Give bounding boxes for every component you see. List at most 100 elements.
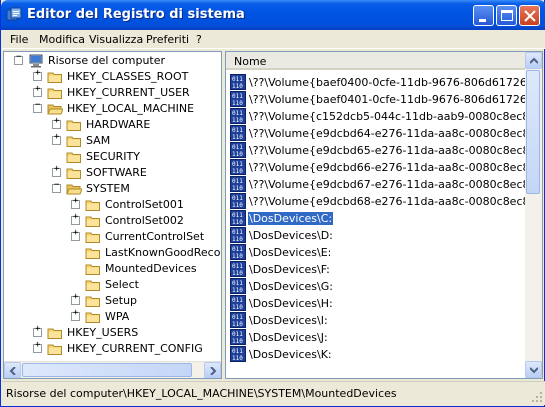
tree-item[interactable]: − SYSTEM — [4, 181, 221, 197]
folder-open-icon — [66, 184, 82, 195]
expand-icon[interactable]: + — [52, 133, 61, 145]
expand-icon[interactable]: + — [71, 213, 80, 225]
scroll-right-button[interactable] — [204, 362, 221, 378]
list-item[interactable]: 011 110 \??\Volume{e9dcbd66-e276-11da-aa8c… — [230, 159, 542, 176]
expand-icon[interactable]: + — [33, 325, 42, 337]
svg-text:011: 011 — [232, 314, 243, 321]
close-button[interactable] — [519, 5, 540, 26]
minimize-icon — [479, 19, 486, 22]
values-list-pane[interactable]: Nome 011 110 \??\Volume{baef0400-0cfe-11db… — [225, 51, 543, 379]
expand-icon[interactable]: + — [71, 293, 80, 305]
expand-icon[interactable]: + — [52, 165, 61, 177]
tree-item-label: HKEY_CURRENT_CONFIG — [67, 342, 203, 355]
collapse-icon[interactable]: − — [14, 53, 23, 65]
scroll-up-button[interactable] — [525, 52, 542, 69]
column-header-name[interactable]: Nome — [234, 55, 266, 68]
tree-item[interactable]: + HKEY_CURRENT_USER — [4, 85, 221, 101]
tree-item[interactable]: MountedDevices — [4, 261, 221, 277]
expand-icon[interactable]: + — [33, 69, 42, 81]
list-item[interactable]: 011 110 \??\Volume{c152dcb5-044c-11db-aab9… — [230, 108, 542, 125]
expand-icon[interactable]: + — [52, 117, 61, 129]
svg-text:110: 110 — [232, 100, 243, 107]
svg-text:011: 011 — [232, 246, 243, 253]
svg-text:011: 011 — [232, 127, 243, 134]
tree-item[interactable]: + ControlSet002 — [4, 213, 221, 229]
list-item[interactable]: 011 110 \??\Volume{e9dcbd68-e276-11da-aa8c… — [230, 193, 542, 210]
svg-text:011: 011 — [232, 195, 243, 202]
value-name: \??\Volume{c152dcb5-044c-11db-aab9-0080c… — [249, 110, 543, 123]
tree-hscroll-thumb[interactable] — [22, 363, 192, 377]
binary-value-icon: 011110 — [230, 91, 246, 107]
tree-item[interactable]: + HARDWARE — [4, 117, 221, 133]
svg-text:110: 110 — [232, 253, 243, 260]
tree-horizontal-scrollbar[interactable] — [4, 361, 221, 378]
value-name: \DosDevices\J: — [249, 331, 328, 344]
value-name: \??\Volume{e9dcbd66-e276-11da-aa8c-0080c… — [249, 161, 543, 174]
menu-file[interactable]: File — [10, 33, 28, 46]
tree-item[interactable]: + SAM — [4, 133, 221, 149]
svg-text:110: 110 — [232, 185, 243, 192]
tree-item[interactable]: − HKEY_LOCAL_MACHINE — [4, 101, 221, 117]
window-title: Editor del Registro di sistema — [27, 7, 245, 22]
list-vertical-scrollbar[interactable] — [525, 52, 542, 378]
resize-grip-icon[interactable] — [531, 391, 543, 403]
expand-icon[interactable]: + — [71, 229, 80, 241]
scroll-down-button[interactable] — [525, 361, 542, 378]
tree-item[interactable]: − Risorse del computer — [4, 53, 221, 69]
list-item[interactable]: 011 110 \DosDevices\C: — [230, 210, 524, 227]
menu-modifica[interactable]: Modifica — [39, 33, 85, 46]
tree-item-label: MountedDevices — [105, 262, 197, 275]
list-item[interactable]: 011 110 \??\Volume{e9dcbd65-e276-11da-aa8c… — [230, 142, 542, 159]
collapse-icon[interactable]: − — [52, 181, 61, 193]
tree-item[interactable]: LastKnownGoodRecove — [4, 245, 221, 261]
expand-icon[interactable]: + — [33, 85, 42, 97]
tree-item[interactable]: SECURITY — [4, 149, 221, 165]
tree-item[interactable]: + ControlSet001 — [4, 197, 221, 213]
list-vscroll-thumb[interactable] — [526, 70, 540, 194]
svg-text:110: 110 — [232, 83, 243, 90]
list-item[interactable]: 011 110 \??\Volume{e9dcbd67-e276-11da-aa8c… — [230, 176, 542, 193]
folder-icon — [66, 136, 81, 147]
list-item[interactable]: 011 110 \DosDevices\E: — [230, 244, 524, 261]
list-item[interactable]: 011 110 \DosDevices\D: — [230, 227, 524, 244]
list-item[interactable]: 011 110 \??\Volume{baef0400-0cfe-11db-9676… — [230, 74, 542, 91]
scroll-left-button[interactable] — [4, 362, 21, 378]
tree-item[interactable]: + CurrentControlSet — [4, 229, 221, 245]
tree-item[interactable]: + HKEY_CURRENT_CONFIG — [4, 341, 221, 357]
title-bar[interactable]: Editor del Registro di sistema — [1, 0, 545, 30]
menu-help[interactable]: ? — [196, 33, 202, 46]
expand-icon[interactable]: + — [33, 341, 42, 353]
binary-value-icon: 011110 — [230, 261, 246, 277]
arrow-down-icon — [530, 367, 538, 374]
expand-icon[interactable]: + — [71, 309, 80, 321]
list-item[interactable]: 011 110 \??\Volume{e9dcbd64-e276-11da-aa8c… — [230, 125, 542, 142]
menu-preferiti[interactable]: Preferiti — [146, 33, 189, 46]
tree-item-label: HARDWARE — [86, 118, 151, 131]
tree-item[interactable]: + WPA — [4, 309, 221, 325]
list-item[interactable]: 011 110 \DosDevices\K: — [230, 346, 524, 363]
tree-item[interactable]: + HKEY_USERS — [4, 325, 221, 341]
menu-visualizza[interactable]: Visualizza — [89, 33, 143, 46]
folder-icon — [85, 216, 100, 227]
list-item[interactable]: 011 110 \DosDevices\F: — [230, 261, 524, 278]
value-name: \DosDevices\K: — [249, 348, 332, 361]
list-item[interactable]: 011 110 \DosDevices\I: — [230, 312, 524, 329]
expand-icon[interactable]: + — [71, 197, 80, 209]
tree-item[interactable]: + HKEY_CLASSES_ROOT — [4, 69, 221, 85]
maximize-button[interactable] — [496, 5, 517, 26]
list-item[interactable]: 011 110 \DosDevices\J: — [230, 329, 524, 346]
tree-item[interactable]: Select — [4, 277, 221, 293]
minimize-button[interactable] — [473, 5, 494, 26]
list-item[interactable]: 011 110 \??\Volume{baef0401-0cfe-11db-9676… — [230, 91, 542, 108]
tree-item-label: SOFTWARE — [86, 166, 147, 179]
tree-item[interactable]: + SOFTWARE — [4, 165, 221, 181]
svg-text:011: 011 — [232, 263, 243, 270]
list-item[interactable]: 011 110 \DosDevices\H: — [230, 295, 524, 312]
list-item[interactable]: 011 110 \DosDevices\G: — [230, 278, 524, 295]
tree-item-label: HKEY_LOCAL_MACHINE — [67, 102, 195, 115]
registry-tree-pane[interactable]: − Risorse del computer + HKEY_CLASSES_ROOT +… — [3, 51, 222, 379]
tree-item[interactable]: + Setup — [4, 293, 221, 309]
collapse-icon[interactable]: − — [33, 101, 42, 113]
regedit-app-icon[interactable] — [6, 7, 22, 23]
value-name: \DosDevices\H: — [249, 297, 333, 310]
